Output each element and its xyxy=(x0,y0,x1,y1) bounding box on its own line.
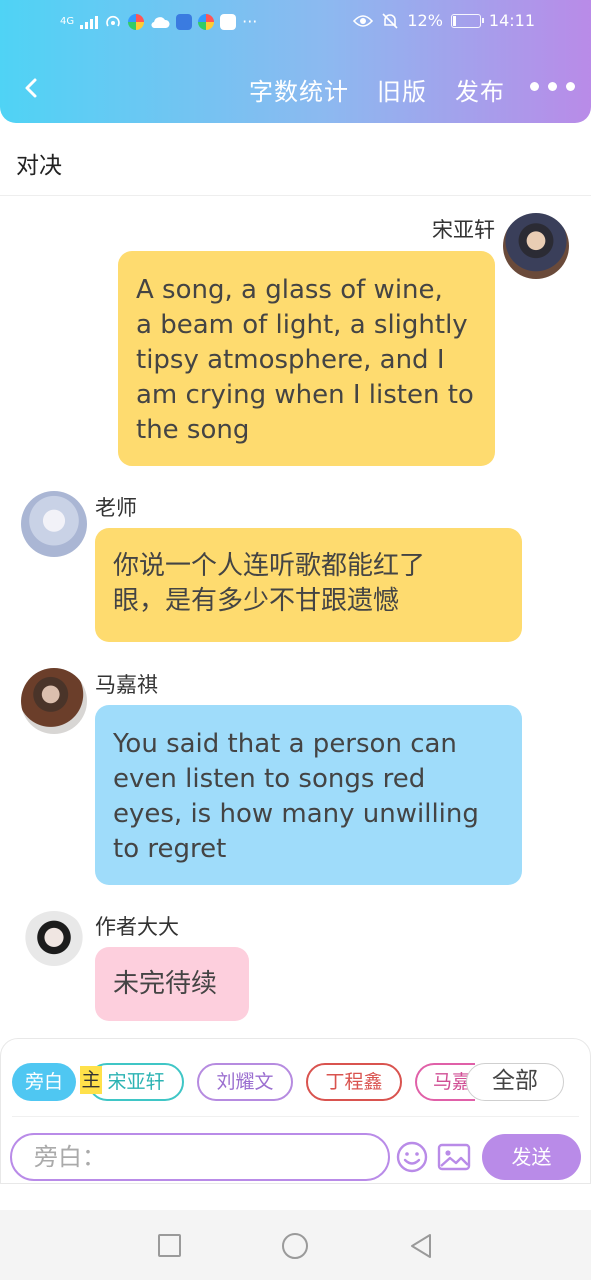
more-dot xyxy=(566,82,575,91)
message-line: am crying when I listen to xyxy=(136,380,474,410)
avatar[interactable] xyxy=(21,668,87,734)
avatar[interactable] xyxy=(21,911,87,977)
hotspot-icon xyxy=(106,15,120,26)
role-chip-song-yaxuan[interactable]: 宋亚轩 xyxy=(88,1063,184,1101)
role-chip-narrator[interactable]: 旁白 xyxy=(12,1063,76,1101)
role-chip-ding-chengxin[interactable]: 丁程鑫 xyxy=(306,1063,402,1101)
sender-name: 作者大大 xyxy=(95,915,179,939)
message-bubble[interactable]: 未完待续 xyxy=(95,947,249,1021)
status-right: 12% 14:11 xyxy=(353,11,535,30)
sender-name: 宋亚轩 xyxy=(432,218,495,242)
chevron-left-icon xyxy=(25,78,37,98)
sender-name: 老师 xyxy=(95,496,137,520)
nav-actions: 字数统计 旧版 发布 xyxy=(249,72,505,107)
message-line: even listen to songs red xyxy=(113,764,426,794)
emoji-button[interactable] xyxy=(395,1140,429,1174)
message-line: 你说一个人连听歌都能红了 xyxy=(113,551,426,581)
app-notification-icon xyxy=(128,13,145,30)
message-bubble[interactable]: A song, a glass of wine, a beam of light… xyxy=(118,251,495,466)
sender-name: 马嘉祺 xyxy=(95,673,158,697)
message-line: You said that a person can xyxy=(113,729,457,759)
message-line: A song, a glass of wine, xyxy=(136,275,443,305)
network-label: 4G xyxy=(60,16,75,27)
back-button[interactable] xyxy=(16,70,46,106)
more-notifications: ··· xyxy=(242,12,258,31)
cloud-icon xyxy=(151,16,170,28)
role-chip-liu-yaowen[interactable]: 刘耀文 xyxy=(197,1063,293,1101)
publish-button[interactable]: 发布 xyxy=(455,72,505,107)
nav-bar: 字数统计 旧版 发布 xyxy=(0,60,591,116)
message-line: 眼，是有多少不甘跟遗憾 xyxy=(113,586,400,616)
message-line: the song xyxy=(136,415,250,445)
role-chip-all[interactable]: 全部 xyxy=(466,1063,564,1101)
signal-icon xyxy=(80,15,99,29)
image-button[interactable] xyxy=(437,1141,471,1173)
status-left: 4G ··· xyxy=(60,12,257,31)
battery-icon xyxy=(450,13,484,28)
message-bubble[interactable]: You said that a person can even listen t… xyxy=(95,705,522,885)
app-notification-icon xyxy=(198,13,215,30)
battery-percent: 12% xyxy=(407,11,443,30)
avatar[interactable] xyxy=(503,213,569,279)
divider xyxy=(12,1116,579,1117)
message-bubble[interactable]: 你说一个人连听歌都能红了 眼，是有多少不甘跟遗憾 xyxy=(95,528,522,642)
back-triangle-icon[interactable] xyxy=(408,1232,434,1260)
message-line: to regret xyxy=(113,834,227,864)
more-dot xyxy=(548,82,557,91)
role-chip-label: 宋亚轩 xyxy=(107,1071,165,1093)
word-count-button[interactable]: 字数统计 xyxy=(249,72,349,107)
status-bar: 4G ··· 12% 14:11 xyxy=(0,0,591,46)
eye-icon xyxy=(353,14,374,27)
clock: 14:11 xyxy=(488,11,535,30)
old-version-button[interactable]: 旧版 xyxy=(377,72,427,107)
mute-bell-icon xyxy=(382,12,398,29)
recents-button[interactable] xyxy=(158,1234,181,1257)
home-button[interactable] xyxy=(282,1233,308,1259)
app-notification-icon xyxy=(176,13,193,30)
message-line: a beam of light, a slightly xyxy=(136,310,468,340)
more-button[interactable] xyxy=(530,82,575,91)
main-role-tag: 主 xyxy=(80,1066,102,1094)
message-line: 未完待续 xyxy=(113,969,218,999)
image-icon xyxy=(437,1143,471,1171)
message-input[interactable] xyxy=(10,1133,390,1181)
title-row[interactable]: 对决 xyxy=(0,124,591,196)
story-title[interactable]: 对决 xyxy=(16,146,62,180)
more-dot xyxy=(530,82,539,91)
app-header: 4G ··· 12% 14:11 字数统计 旧版 发布 xyxy=(0,0,591,123)
battery-level xyxy=(452,15,456,26)
app-notification-icon xyxy=(220,13,237,30)
send-button[interactable]: 发送 xyxy=(482,1134,581,1180)
smiley-icon xyxy=(396,1141,428,1173)
message-line: eyes, is how many unwilling xyxy=(113,799,479,829)
system-nav-bar xyxy=(0,1210,591,1280)
avatar[interactable] xyxy=(21,491,87,557)
message-line: tipsy atmosphere, and I xyxy=(136,345,445,375)
